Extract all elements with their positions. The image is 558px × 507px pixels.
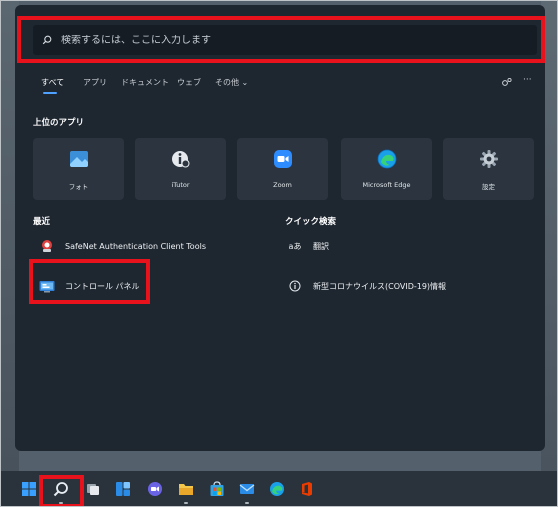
app-tile-label: Microsoft Edge: [362, 181, 411, 189]
photos-icon: [70, 151, 88, 167]
app-tile-label: フォト: [68, 183, 89, 191]
recent-title: 最近: [33, 217, 51, 227]
quick-search-item-label: 翻訳: [313, 241, 329, 251]
start-icon[interactable]: [21, 481, 37, 497]
tab-web[interactable]: ウェブ: [177, 77, 201, 88]
more-options-icon[interactable]: ···: [523, 75, 532, 85]
quick-search-item-translate[interactable]: aあ 翻訳: [287, 237, 329, 255]
tab-more[interactable]: その他 ⌄: [215, 77, 248, 88]
translate-icon: aあ: [288, 241, 302, 251]
active-app-indicator: [59, 502, 63, 504]
running-app-indicator: [245, 502, 249, 504]
taskbar: [1, 471, 557, 506]
quick-search-item-covid[interactable]: 新型コロナウイルス(COVID-19)情報: [287, 277, 446, 295]
file-explorer-icon[interactable]: [178, 481, 194, 497]
edge-icon[interactable]: [269, 481, 285, 497]
running-app-indicator: [184, 502, 188, 504]
app-tile-zoom[interactable]: Zoom: [237, 138, 328, 200]
quick-search-title: クイック検索: [285, 217, 337, 227]
app-tile-photos[interactable]: フォト: [33, 138, 124, 200]
itutor-icon: [172, 151, 190, 168]
widgets-icon[interactable]: [115, 481, 131, 497]
start-search-panel: すべて アプリ ドキュメント ウェブ その他 ⌄ ··· 上位のアプリ フォト …: [15, 5, 545, 451]
settings-gear-icon: [480, 150, 498, 168]
info-icon: [287, 278, 303, 294]
app-tile-label: 設定: [482, 183, 495, 191]
tab-apps[interactable]: アプリ: [83, 77, 107, 88]
top-apps-title: 上位のアプリ: [33, 118, 85, 128]
app-tile-settings[interactable]: 設定: [443, 138, 534, 200]
search-icon: [33, 35, 61, 45]
app-tile-label: iTutor: [171, 181, 190, 189]
app-tile-label: Zoom: [273, 181, 292, 189]
recent-item-safenet[interactable]: SafeNet Authentication Client Tools: [39, 237, 206, 255]
store-icon[interactable]: [209, 481, 225, 497]
search-box[interactable]: [33, 25, 537, 55]
recent-item-control-panel[interactable]: コントロール パネル: [39, 277, 140, 295]
recent-item-label: SafeNet Authentication Client Tools: [65, 241, 206, 251]
recent-item-label: コントロール パネル: [65, 281, 140, 291]
tab-all[interactable]: すべて: [41, 77, 64, 88]
edge-icon: [377, 149, 397, 169]
safenet-icon: [39, 238, 55, 254]
search-filter-tabs: すべて アプリ ドキュメント ウェブ その他 ⌄ ···: [39, 75, 539, 95]
chat-icon[interactable]: [147, 481, 163, 497]
account-switch-icon[interactable]: [501, 77, 513, 89]
search-input[interactable]: [61, 34, 501, 46]
task-view-icon[interactable]: [85, 481, 101, 497]
mail-icon[interactable]: [239, 481, 255, 497]
app-tile-microsoft-edge[interactable]: Microsoft Edge: [341, 138, 432, 200]
quick-search-item-label: 新型コロナウイルス(COVID-19)情報: [313, 281, 447, 291]
search-icon[interactable]: [53, 481, 69, 497]
app-tile-itutor[interactable]: iTutor: [135, 138, 226, 200]
control-panel-icon: [39, 278, 55, 294]
desktop-screen: すべて アプリ ドキュメント ウェブ その他 ⌄ ··· 上位のアプリ フォト …: [0, 0, 558, 507]
zoom-icon: [274, 150, 292, 168]
office-icon[interactable]: [299, 481, 315, 497]
tab-documents[interactable]: ドキュメント: [121, 77, 169, 88]
active-tab-indicator: [43, 92, 57, 94]
